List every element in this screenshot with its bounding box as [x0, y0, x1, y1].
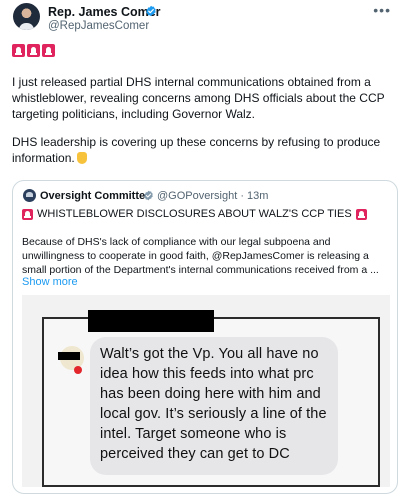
quote-avatar[interactable] [23, 189, 36, 202]
quote-body: Because of DHS's lack of compliance with… [22, 236, 379, 276]
tweet-paragraph-1: I just released partial DHS internal com… [12, 75, 385, 121]
quote-time[interactable]: 13m [247, 190, 268, 202]
quote-handle[interactable]: @GOPoversight [157, 190, 237, 202]
siren-emoji-icon [42, 44, 55, 57]
pointing-down-emoji-icon [76, 152, 87, 164]
tweet-paragraph-2: DHS leadership is covering up these conc… [12, 135, 381, 165]
quote-author-name[interactable]: Oversight Committee [40, 190, 151, 202]
quote-headline: WHISTLEBLOWER DISCLOSURES ABOUT WALZ'S C… [22, 208, 367, 220]
siren-emoji-icon [12, 44, 25, 57]
quoted-tweet[interactable]: Oversight Committee @GOPoversight · 13m … [12, 180, 398, 494]
avatar[interactable] [13, 3, 40, 30]
more-options-icon[interactable]: ••• [373, 2, 391, 18]
tweet: Rep. James Comer @RepJamesComer ••• I ju… [0, 0, 407, 500]
redaction-bar [58, 352, 80, 360]
quote-headline-text: WHISTLEBLOWER DISCLOSURES ABOUT WALZ'S C… [37, 208, 352, 220]
tweet-paragraph-2-wrap: DHS leadership is covering up these conc… [12, 134, 398, 166]
author-handle[interactable]: @RepJamesComer [48, 20, 149, 32]
verified-badge-icon [146, 5, 156, 17]
message-screenshot: Walt’s got the Vp. You all have no idea … [42, 310, 380, 487]
quote-separator: · [240, 190, 244, 202]
quote-verified-badge-icon [144, 190, 153, 201]
siren-emoji-icon [22, 208, 33, 220]
siren-emoji-icon [27, 44, 40, 57]
show-more-link[interactable]: Show more [22, 276, 78, 288]
quote-media-image[interactable]: Walt’s got the Vp. You all have no idea … [22, 295, 390, 487]
siren-emojis [12, 44, 55, 57]
message-bubble: Walt’s got the Vp. You all have no idea … [90, 337, 338, 475]
siren-emoji-icon [355, 208, 367, 220]
tweet-text: I just released partial DHS internal com… [12, 74, 398, 166]
redaction-bar [88, 310, 214, 332]
author-display-name[interactable]: Rep. James Comer [48, 5, 161, 19]
status-dot-icon [74, 366, 82, 374]
quote-meta: @GOPoversight · 13m [157, 190, 268, 202]
message-text: Walt’s got the Vp. You all have no idea … [100, 346, 327, 462]
